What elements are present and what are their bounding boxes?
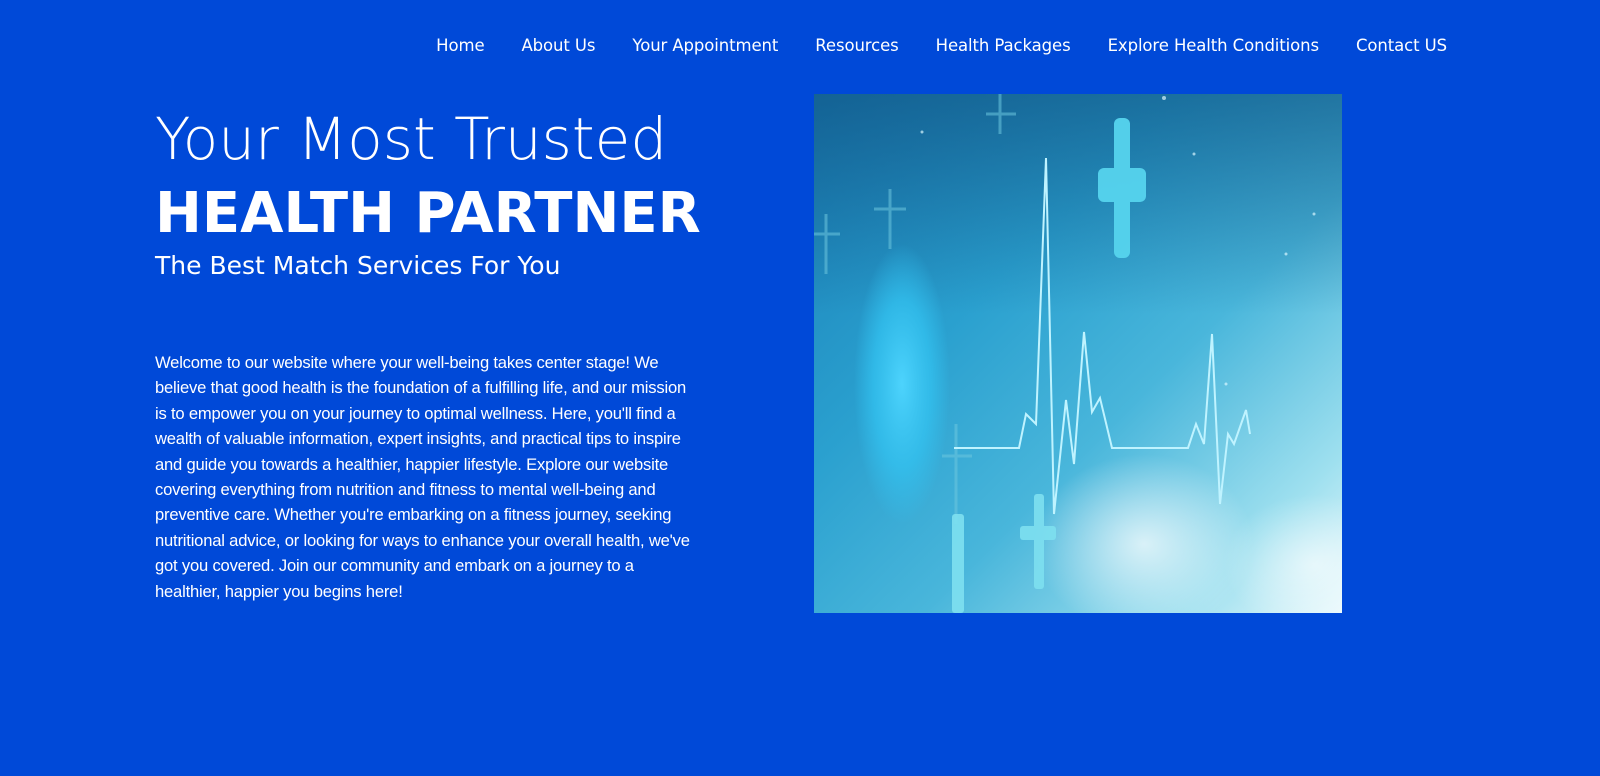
nav-about-us[interactable]: About Us (522, 36, 596, 55)
hero-description: Welcome to our website where your well-b… (155, 352, 690, 601)
nav-home[interactable]: Home (436, 36, 484, 55)
nav-contact-us[interactable]: Contact US (1356, 36, 1447, 55)
nav-explore-health-conditions[interactable]: Explore Health Conditions (1108, 36, 1320, 55)
nav-resources[interactable]: Resources (815, 36, 898, 55)
hero-text-section: Your Most Trusted HEALTH PARTNER The Bes… (155, 105, 701, 604)
hero-title-line2: HEALTH PARTNER (155, 180, 701, 246)
hero-subtitle: The Best Match Services For You (155, 250, 561, 280)
hero-title-line1: Your Most Trusted (155, 105, 668, 173)
nav-your-appointment[interactable]: Your Appointment (632, 36, 778, 55)
main-navigation: Home About Us Your Appointment Resources… (399, 36, 1447, 55)
heartbeat-illustration (814, 94, 1342, 613)
medical-heartbeat-image (814, 94, 1342, 613)
nav-health-packages[interactable]: Health Packages (936, 36, 1071, 55)
